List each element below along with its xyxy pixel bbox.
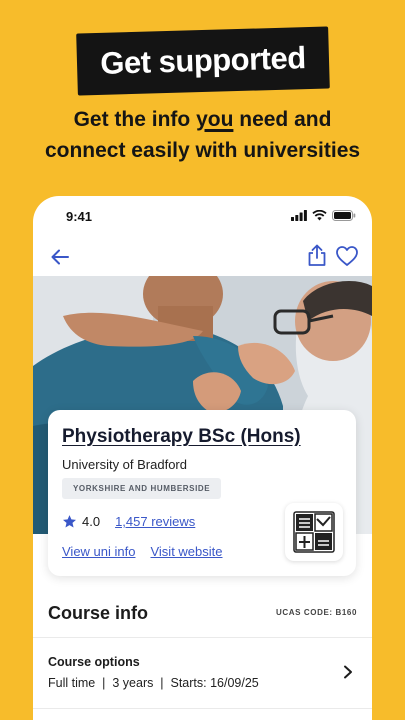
back-arrow-icon[interactable] [49,246,71,268]
wifi-icon [312,210,327,221]
promo-headline: Get the info you need and connect easily… [0,104,405,166]
headline-line-2: connect easily with universities [44,139,361,162]
ucas-code: UCAS CODE: B160 [275,608,357,617]
chevron-right-icon [344,665,352,679]
signal-icon [291,210,307,221]
course-options-details: Full time | 3 years | Starts: 16/09/25 [48,676,259,690]
headline-text-b: need and [233,108,332,131]
headline-text-a: Get the info [73,108,197,131]
visit-website-link[interactable]: Visit website [150,544,222,559]
top-bar [33,240,372,274]
region-badge: YORKSHIRE AND HUMBERSIDE [62,478,222,499]
course-card: Physiotherapy BSc (Hons) University of B… [48,410,356,576]
status-icons [291,210,356,221]
rating-row: 4.0 1,457 reviews [62,514,195,529]
status-time: 9:41 [66,209,93,224]
rating-value: 4.0 [82,514,101,529]
promo-badge: Get supported [76,26,330,96]
share-icon[interactable] [306,243,328,267]
headline-emphasis: you [196,108,234,131]
reviews-link[interactable]: 1,457 reviews [115,514,195,529]
phone-screen: 9:41 Physiotherapy BSc (Hons) University… [33,196,372,720]
battery-icon [332,210,356,221]
course-title[interactable]: Physiotherapy BSc (Hons) [62,426,301,448]
university-logo[interactable] [285,503,343,561]
course-options-row[interactable]: Course options Full time | 3 years | Sta… [33,637,372,709]
course-options-label: Course options [48,655,140,669]
view-uni-info-link[interactable]: View uni info [62,544,135,559]
card-links: View uni info Visit website [62,544,223,559]
star-icon [63,515,76,528]
course-info-heading: Course info [48,603,149,623]
status-bar: 9:41 [33,196,372,236]
university-name: University of Bradford [62,457,187,472]
favourite-heart-icon[interactable] [335,245,359,267]
university-crest-icon [293,511,335,553]
